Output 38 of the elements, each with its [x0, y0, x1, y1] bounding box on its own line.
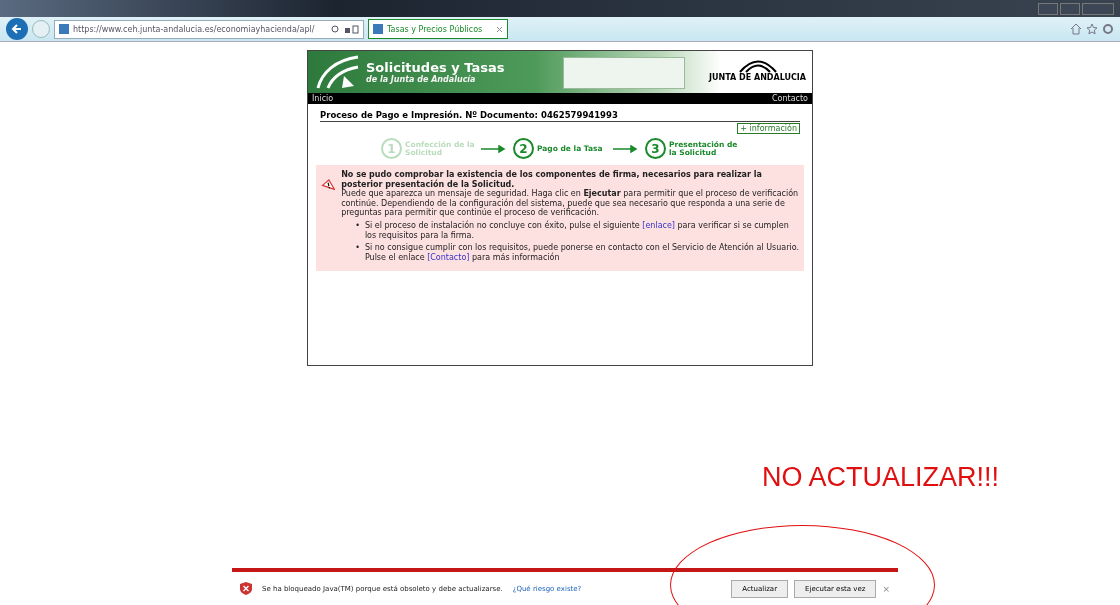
alert-bullet: Si el proceso de instalación no concluye con éxito, pulse el siguiente [enlace] para verificar si se cumplen los requisitos para la firma. — [364, 220, 790, 241]
bullet-marker: • — [355, 220, 360, 232]
arrow-icon — [613, 144, 639, 153]
minimize-button[interactable] — [1038, 2, 1058, 15]
site-subtitle: de la Junta de Andalucía — [366, 75, 477, 84]
forward-button[interactable] — [32, 20, 50, 38]
swoosh-logo-icon — [314, 54, 360, 90]
link[interactable]: [Contacto] — [427, 252, 470, 262]
home-icon[interactable] — [1070, 23, 1082, 35]
shield-icon — [240, 582, 252, 595]
close-icon[interactable] — [496, 25, 503, 33]
page-icon — [59, 24, 69, 34]
back-arrow-icon — [11, 23, 23, 35]
page-icon — [373, 24, 383, 34]
maximize-button[interactable] — [1060, 2, 1080, 15]
nav-link[interactable]: Inicio — [312, 94, 334, 103]
back-button[interactable] — [6, 18, 28, 40]
step-number: 2 — [513, 138, 534, 159]
address-field[interactable]: https://www.ceh.junta-andalucia.es/economiayhacienda/apl/ — [54, 19, 364, 39]
browser-tab[interactable]: Tasas y Precios Públicos — [368, 19, 508, 39]
close-button[interactable] — [1082, 2, 1114, 15]
nav-link[interactable]: Contacto — [771, 94, 808, 103]
page-heading: Proceso de Pago e Impresión. Nº Documento: 0462579941993 — [320, 110, 800, 122]
logo-text: JUNTA DE ANDALUCIA — [709, 73, 806, 82]
alert-title: No se pudo comprobar la existencia de los componentes de firma, necesarios para realizar la posterior presentación de la Solicitud. — [341, 170, 762, 190]
address-tools-icon — [331, 24, 359, 34]
site-title: Solicitudes y Tasas — [366, 60, 505, 75]
bullet-marker: • — [355, 243, 360, 255]
arrow-icon — [481, 144, 507, 153]
alert-text: Puede que aparezca un mensaje de seguridad. Haga clic en Ejecutar para permitir que el proceso de verificación continúe. Dependiendo de la configuración del sistema, puede que sea necesario que responda a una serie de preguntas para permitir que continúe el proceso de verificación. — [341, 189, 799, 218]
step-number: 3 — [645, 138, 666, 159]
close-button[interactable]: × — [882, 583, 890, 594]
step-number: 1 — [381, 138, 402, 159]
alert-bullet: Si no consigue cumplir con los requisitos, puede ponerse en contacto con el Servicio de Atención al Usuario. Pulse el enlace [Contacto] para más información — [364, 243, 799, 263]
info-link[interactable]: + información — [737, 123, 800, 134]
annotation-text: NO ACTUALIZAR!!! — [762, 462, 1000, 493]
star-icon[interactable] — [1086, 23, 1098, 35]
link[interactable]: [enlace] — [642, 220, 675, 230]
